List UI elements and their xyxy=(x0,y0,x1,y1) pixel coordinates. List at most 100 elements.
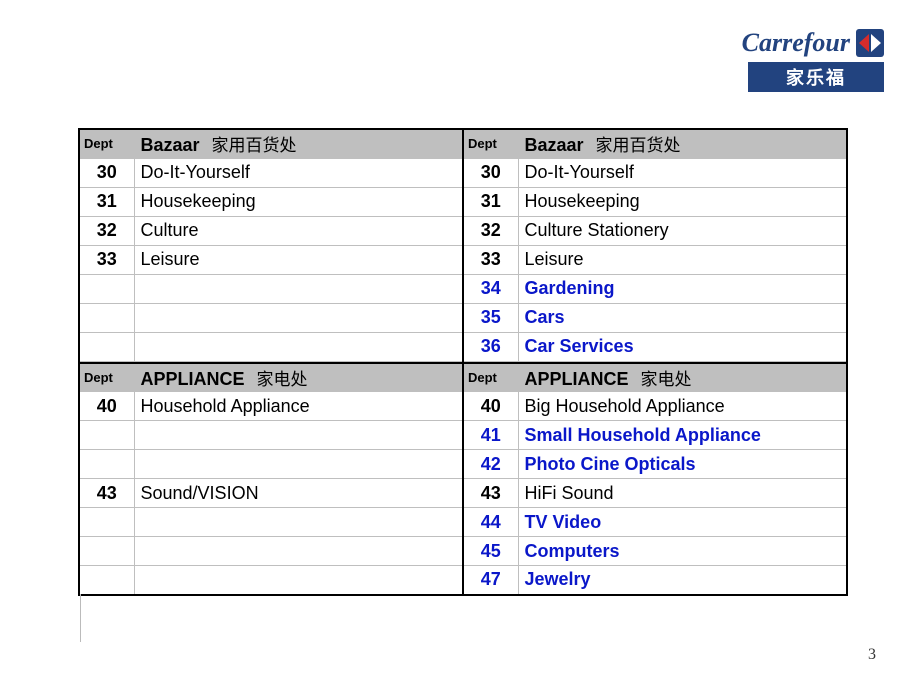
brand-name-cn: 家乐福 xyxy=(748,62,884,92)
brand-name: Carrefour xyxy=(742,28,850,58)
dept-table: DeptBazaar家用百货处30Do-It-Yourself31Houseke… xyxy=(80,128,462,362)
dept-code: 42 xyxy=(464,450,518,479)
dept-name: Housekeeping xyxy=(518,187,846,216)
table-row xyxy=(80,421,462,450)
table-row xyxy=(80,332,462,361)
dept-name: Leisure xyxy=(134,245,462,274)
table-row: 40Household Appliance xyxy=(80,392,462,421)
section-title: APPLIANCE家电处 xyxy=(134,363,462,392)
dept-name: Leisure xyxy=(518,245,846,274)
dept-code: 40 xyxy=(80,392,134,421)
dept-name: Culture xyxy=(134,216,462,245)
table-row: 43HiFi Sound xyxy=(464,479,846,508)
dept-name xyxy=(134,450,462,479)
dept-name: HiFi Sound xyxy=(518,479,846,508)
dept-code xyxy=(80,450,134,479)
table-row: 32Culture xyxy=(80,216,462,245)
table-row xyxy=(80,537,462,566)
dept-table: DeptBazaar家用百货处30Do-It-Yourself31Houseke… xyxy=(464,128,846,362)
table-row xyxy=(80,508,462,537)
dept-code: 34 xyxy=(464,274,518,303)
table-row xyxy=(80,303,462,332)
page-number: 3 xyxy=(868,646,876,664)
dept-code: 44 xyxy=(464,508,518,537)
dept-code: 45 xyxy=(464,537,518,566)
dept-name: Gardening xyxy=(518,274,846,303)
table-row: 34Gardening xyxy=(464,274,846,303)
dept-name: Big Household Appliance xyxy=(518,392,846,421)
dept-name: Photo Cine Opticals xyxy=(518,450,846,479)
dept-name xyxy=(134,274,462,303)
table-row: 31Housekeeping xyxy=(464,187,846,216)
table-row: 33Leisure xyxy=(464,245,846,274)
dept-name: Jewelry xyxy=(518,566,846,595)
section-title: Bazaar家用百货处 xyxy=(134,129,462,158)
dept-name xyxy=(134,508,462,537)
table-row: 45Computers xyxy=(464,537,846,566)
dept-code: 36 xyxy=(464,332,518,361)
dept-code: 30 xyxy=(464,158,518,187)
dept-code xyxy=(80,274,134,303)
dept-code: 32 xyxy=(464,216,518,245)
dept-name: TV Video xyxy=(518,508,846,537)
dept-table: DeptAPPLIANCE家电处40Household Appliance 43S… xyxy=(80,362,462,596)
dept-code: 35 xyxy=(464,303,518,332)
dept-code xyxy=(80,508,134,537)
table-row: 43Sound/VISION xyxy=(80,479,462,508)
dept-name: Small Household Appliance xyxy=(518,421,846,450)
table-row: 41Small Household Appliance xyxy=(464,421,846,450)
dept-code: 43 xyxy=(464,479,518,508)
dept-code: 32 xyxy=(80,216,134,245)
section-title: Bazaar家用百货处 xyxy=(518,129,846,158)
dept-table-container: DeptBazaar家用百货处30Do-It-Yourself31Houseke… xyxy=(78,128,848,596)
dept-code: 47 xyxy=(464,566,518,595)
dept-code: 40 xyxy=(464,392,518,421)
dept-name xyxy=(134,566,462,595)
table-row: 32Culture Stationery xyxy=(464,216,846,245)
table-row xyxy=(80,566,462,595)
dept-code: 31 xyxy=(464,187,518,216)
brand-logo: Carrefour 家乐福 xyxy=(742,28,884,92)
dept-name: Housekeeping xyxy=(134,187,462,216)
table-row: 47Jewelry xyxy=(464,566,846,595)
table-row: 42Photo Cine Opticals xyxy=(464,450,846,479)
dept-name: Do-It-Yourself xyxy=(518,158,846,187)
dept-code: 33 xyxy=(80,245,134,274)
dept-name xyxy=(134,421,462,450)
col-header-dept: Dept xyxy=(80,363,134,392)
dept-code xyxy=(80,332,134,361)
dept-code: 41 xyxy=(464,421,518,450)
dept-name: Sound/VISION xyxy=(134,479,462,508)
dept-name: Car Services xyxy=(518,332,846,361)
dept-name xyxy=(134,332,462,361)
table-row: 35Cars xyxy=(464,303,846,332)
table-row: 44TV Video xyxy=(464,508,846,537)
dept-code: 30 xyxy=(80,158,134,187)
col-header-dept: Dept xyxy=(464,129,518,158)
table-row: 40Big Household Appliance xyxy=(464,392,846,421)
table-row xyxy=(80,450,462,479)
table-row: 33Leisure xyxy=(80,245,462,274)
table-row: 36Car Services xyxy=(464,332,846,361)
dept-name xyxy=(134,303,462,332)
section-title: APPLIANCE家电处 xyxy=(518,363,846,392)
col-header-dept: Dept xyxy=(464,363,518,392)
col-header-dept: Dept xyxy=(80,129,134,158)
footer-mark xyxy=(80,594,86,642)
dept-code xyxy=(80,303,134,332)
dept-code xyxy=(80,566,134,595)
dept-code: 31 xyxy=(80,187,134,216)
table-row: 30Do-It-Yourself xyxy=(464,158,846,187)
dept-name: Computers xyxy=(518,537,846,566)
carrefour-icon xyxy=(856,29,884,57)
dept-code xyxy=(80,537,134,566)
dept-code: 43 xyxy=(80,479,134,508)
table-row xyxy=(80,274,462,303)
table-row: 30Do-It-Yourself xyxy=(80,158,462,187)
table-row: 31Housekeeping xyxy=(80,187,462,216)
dept-code xyxy=(80,421,134,450)
dept-code: 33 xyxy=(464,245,518,274)
dept-name xyxy=(134,537,462,566)
dept-name: Do-It-Yourself xyxy=(134,158,462,187)
dept-table: DeptAPPLIANCE家电处40Big Household Applianc… xyxy=(464,362,846,596)
